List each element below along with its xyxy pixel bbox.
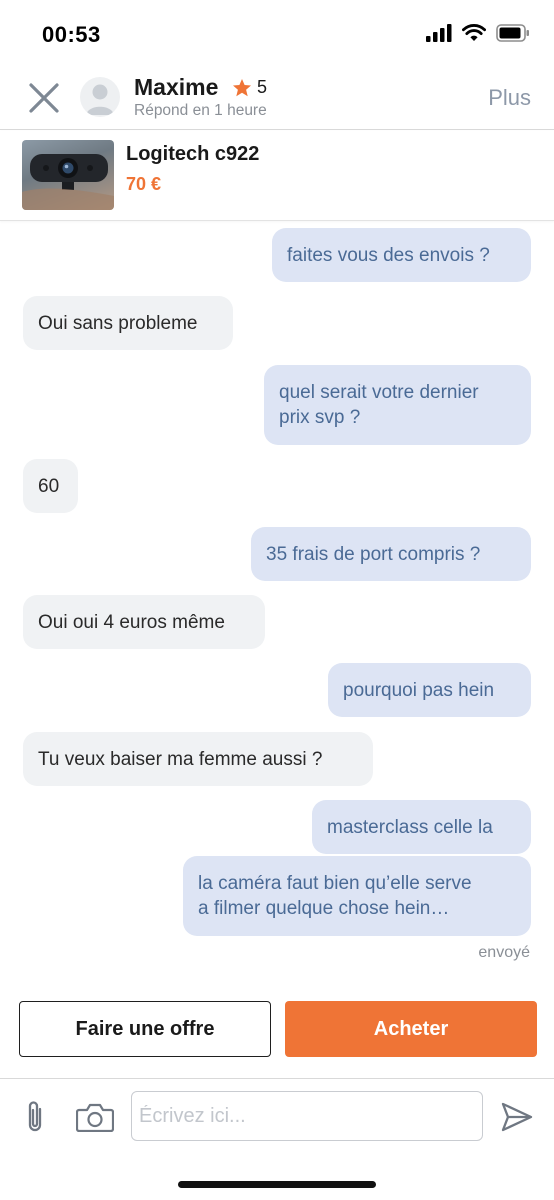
response-time: Répond en 1 heure [134,102,267,119]
close-button[interactable] [24,78,64,118]
product-price: 70 € [126,174,162,194]
send-icon [501,1102,533,1132]
message-outgoing: faites vous des envois ? [272,228,531,282]
camera-button[interactable] [75,1102,115,1133]
action-bar: Faire une offre Acheter [0,1000,554,1058]
message-incoming: Oui sans probleme [23,296,233,350]
message-outgoing: 35 frais de port compris ? [251,527,531,581]
message-incoming: Tu veux baiser ma femme aussi ? [23,732,373,786]
star-icon [233,78,251,96]
message-outgoing: quel serait votre dernier prix svp ? [264,365,531,445]
close-icon [29,83,59,113]
make-offer-button[interactable]: Faire une offre [19,1001,271,1057]
home-indicator[interactable] [178,1181,376,1188]
status-icons [426,24,530,42]
send-button[interactable] [500,1101,534,1133]
user-rating: 5 [232,77,267,98]
status-time: 00:53 [42,22,101,47]
webcam-image [22,154,114,210]
message-incoming: 60 [23,459,78,513]
message-outgoing: pourquoi pas hein [328,663,531,717]
rating-value: 5 [257,77,268,97]
buy-button[interactable]: Acheter [285,1001,537,1057]
conversation-header: Maxime 5 Répond en 1 heure Plus [0,66,554,130]
message-composer [0,1078,554,1160]
avatar[interactable] [80,77,120,117]
status-bar: 00:53 [0,0,554,66]
product-card[interactable]: Logitech c922 70 € [0,131,554,221]
message-status: envoyé [478,944,530,961]
wifi-icon [462,24,486,41]
message-list[interactable]: faites vous des envois ? Oui sans proble… [0,222,554,982]
camera-icon [75,1103,115,1133]
message-outgoing: la caméra faut bien qu’elle serve a film… [183,856,531,936]
message-input[interactable] [131,1091,483,1141]
message-incoming: Oui oui 4 euros même [23,595,265,649]
user-name[interactable]: Maxime [134,74,218,101]
attach-button[interactable] [22,1099,48,1135]
product-title: Logitech c922 [126,143,260,165]
more-button[interactable]: Plus [488,85,531,111]
signal-icon [426,24,452,42]
paperclip-icon [28,1101,42,1132]
product-thumbnail [22,140,114,210]
avatar-icon [86,84,114,115]
message-outgoing: masterclass celle la [312,800,531,854]
battery-icon [496,24,529,42]
